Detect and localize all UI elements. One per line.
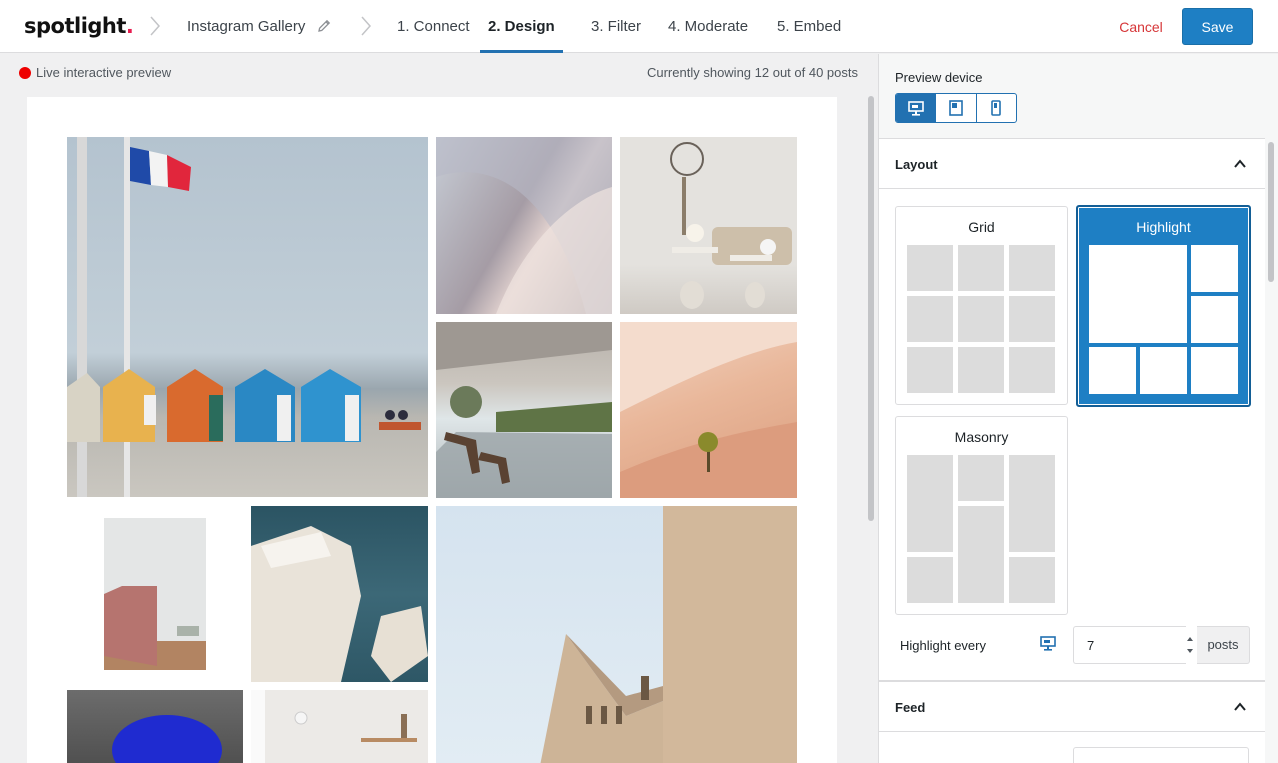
layout-option-label: Masonry [954, 429, 1009, 445]
post-cliff-sofa[interactable] [251, 506, 428, 682]
grid-cell [907, 245, 953, 291]
layout-option-label: Highlight [1136, 219, 1191, 235]
post-pool-lounge[interactable] [436, 322, 612, 498]
step-design[interactable]: 2. Design [480, 18, 563, 53]
save-button[interactable]: Save [1182, 8, 1253, 45]
layout-option-masonry[interactable]: Masonry [895, 416, 1068, 615]
post-pink-block[interactable] [67, 506, 243, 682]
feed-name[interactable]: Instagram Gallery [187, 18, 305, 35]
highlight-cell [1191, 296, 1238, 343]
design-sidebar: Preview device Layout Grid Highlight Mas… [878, 54, 1278, 763]
layout-title: Layout [895, 157, 938, 172]
brick-building-image [540, 506, 797, 763]
sidebar-scrollbar[interactable] [1266, 140, 1276, 763]
highlight-cell [1140, 347, 1187, 394]
grid-cell [1009, 347, 1055, 393]
scrollbar-thumb[interactable] [868, 96, 874, 521]
desert-image [620, 322, 797, 498]
masonry-cell [1009, 557, 1055, 603]
step-connect[interactable]: 1. Connect [397, 18, 470, 53]
post-architecture-curve[interactable] [436, 137, 612, 314]
chevron-right-icon [361, 16, 372, 36]
blue-cap-image [112, 715, 222, 763]
highlight-cell [1191, 245, 1238, 292]
beach-huts-image [67, 137, 421, 497]
layout-panel-header[interactable]: Layout [879, 139, 1265, 189]
feed-panel-header[interactable]: Feed [879, 682, 1265, 732]
live-indicator [19, 67, 31, 79]
grid-cell [1009, 245, 1055, 291]
device-tablet-button[interactable] [936, 94, 977, 122]
step-filter[interactable]: 3. Filter [591, 18, 641, 53]
grid-cell [907, 296, 953, 342]
device-phone-button[interactable] [977, 94, 1016, 122]
post-beach-huts[interactable] [67, 137, 428, 497]
masonry-cell [958, 455, 1004, 501]
layout-option-highlight[interactable]: Highlight [1076, 205, 1251, 407]
grid-cell [907, 347, 953, 393]
preview-device-label: Preview device [895, 70, 983, 85]
layout-option-label: Grid [968, 219, 995, 235]
preview-scrollbar[interactable] [866, 92, 876, 763]
chevron-up-icon[interactable] [1233, 157, 1247, 171]
post-blue-cap[interactable] [67, 690, 243, 763]
masonry-cell [1009, 455, 1055, 552]
desktop-icon [1040, 636, 1056, 651]
interior-shelf-image [251, 690, 417, 763]
grid-cell [958, 347, 1004, 393]
cancel-button[interactable]: Cancel [1110, 8, 1172, 45]
living-room-image [670, 142, 792, 309]
highlight-cell [1089, 347, 1136, 394]
post-brick-building[interactable] [436, 506, 797, 763]
layout-option-grid[interactable]: Grid [895, 206, 1068, 405]
top-bar: spotlight. Instagram Gallery 1. Connect … [0, 0, 1278, 53]
highlight-every-suffix: posts [1197, 626, 1250, 664]
architecture-image [436, 137, 612, 314]
chevron-right-icon [150, 16, 161, 36]
cliff-sofa-image [251, 526, 428, 682]
masonry-cell [907, 455, 953, 552]
highlight-cell [1191, 347, 1238, 394]
highlight-every-label: Highlight every [900, 638, 986, 653]
step-moderate[interactable]: 4. Moderate [668, 18, 748, 53]
device-desktop-button[interactable] [896, 94, 937, 122]
masonry-cell [958, 506, 1004, 603]
highlight-every-input[interactable] [1073, 626, 1186, 664]
post-interior-shelf[interactable] [251, 690, 428, 763]
grid-cell [1009, 296, 1055, 342]
spotlight-logo[interactable]: spotlight. [24, 14, 134, 38]
grid-cell [958, 296, 1004, 342]
layout-panel: Layout Grid Highlight Masonry [879, 138, 1265, 681]
live-preview-label: Live interactive preview [36, 65, 172, 80]
masonry-cell [907, 557, 953, 603]
grid-cell [958, 245, 1004, 291]
preview-device-selector [895, 93, 1017, 123]
pink-block-image [104, 518, 206, 670]
pool-image [436, 322, 612, 498]
desktop-icon [907, 100, 924, 116]
phone-icon [991, 100, 1002, 116]
feed-title: Feed [895, 700, 926, 715]
post-living-room[interactable] [620, 137, 797, 314]
pencil-icon[interactable] [316, 18, 332, 34]
post-desert-palm[interactable] [620, 322, 797, 498]
feed-preview [27, 97, 837, 763]
step-embed[interactable]: 5. Embed [777, 18, 841, 53]
chevron-up-icon[interactable] [1233, 700, 1247, 714]
stepper-arrows-icon[interactable] [1185, 632, 1195, 658]
highlight-cell-large [1089, 245, 1187, 343]
feed-setting-input[interactable] [1073, 747, 1249, 763]
tablet-icon [949, 100, 963, 116]
posts-count-text: Currently showing 12 out of 40 posts [646, 65, 858, 80]
scrollbar-thumb[interactable] [1268, 142, 1274, 282]
